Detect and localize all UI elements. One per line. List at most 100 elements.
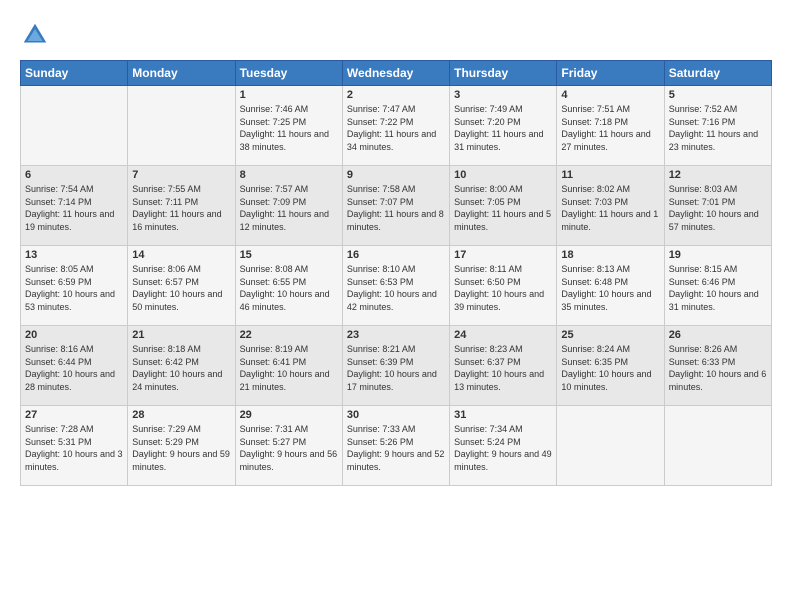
day-cell: 27 Sunrise: 7:28 AM Sunset: 5:31 PM Dayli… (21, 406, 128, 486)
day-number: 17 (454, 249, 552, 261)
day-info: Sunrise: 8:21 AM Sunset: 6:39 PM Dayligh… (347, 343, 445, 393)
week-row-3: 13 Sunrise: 8:05 AM Sunset: 6:59 PM Dayli… (21, 246, 772, 326)
day-info: Sunrise: 7:49 AM Sunset: 7:20 PM Dayligh… (454, 103, 552, 153)
day-info: Sunrise: 7:28 AM Sunset: 5:31 PM Dayligh… (25, 423, 123, 473)
day-number: 24 (454, 329, 552, 341)
day-info: Sunrise: 7:31 AM Sunset: 5:27 PM Dayligh… (240, 423, 338, 473)
day-info: Sunrise: 7:46 AM Sunset: 7:25 PM Dayligh… (240, 103, 338, 153)
day-info: Sunrise: 7:33 AM Sunset: 5:26 PM Dayligh… (347, 423, 445, 473)
day-number: 21 (132, 329, 230, 341)
day-info: Sunrise: 8:03 AM Sunset: 7:01 PM Dayligh… (669, 183, 767, 233)
day-info: Sunrise: 8:19 AM Sunset: 6:41 PM Dayligh… (240, 343, 338, 393)
day-number: 2 (347, 89, 445, 101)
logo (20, 20, 54, 50)
day-info: Sunrise: 8:02 AM Sunset: 7:03 PM Dayligh… (561, 183, 659, 233)
day-info: Sunrise: 7:34 AM Sunset: 5:24 PM Dayligh… (454, 423, 552, 473)
day-cell: 26 Sunrise: 8:26 AM Sunset: 6:33 PM Dayli… (664, 326, 771, 406)
day-number: 16 (347, 249, 445, 261)
day-number: 8 (240, 169, 338, 181)
day-info: Sunrise: 7:57 AM Sunset: 7:09 PM Dayligh… (240, 183, 338, 233)
day-cell: 9 Sunrise: 7:58 AM Sunset: 7:07 PM Daylig… (342, 166, 449, 246)
day-number: 23 (347, 329, 445, 341)
day-cell (21, 86, 128, 166)
week-row-2: 6Sunrise: 7:54 AM Sunset: 7:14 PM Daylig… (21, 166, 772, 246)
weekday-header-friday: Friday (557, 61, 664, 86)
day-info: Sunrise: 8:11 AM Sunset: 6:50 PM Dayligh… (454, 263, 552, 313)
day-cell: 12 Sunrise: 8:03 AM Sunset: 7:01 PM Dayli… (664, 166, 771, 246)
day-info: Sunrise: 7:29 AM Sunset: 5:29 PM Dayligh… (132, 423, 230, 473)
day-number: 18 (561, 249, 659, 261)
day-cell: 23 Sunrise: 8:21 AM Sunset: 6:39 PM Dayli… (342, 326, 449, 406)
day-cell: 19 Sunrise: 8:15 AM Sunset: 6:46 PM Dayli… (664, 246, 771, 326)
day-number: 22 (240, 329, 338, 341)
day-cell: 7 Sunrise: 7:55 AM Sunset: 7:11 PM Daylig… (128, 166, 235, 246)
day-cell: 10 Sunrise: 8:00 AM Sunset: 7:05 PM Dayli… (450, 166, 557, 246)
weekday-header-monday: Monday (128, 61, 235, 86)
day-info: Sunrise: 8:13 AM Sunset: 6:48 PM Dayligh… (561, 263, 659, 313)
day-cell: 28 Sunrise: 7:29 AM Sunset: 5:29 PM Dayli… (128, 406, 235, 486)
day-info: Sunrise: 8:10 AM Sunset: 6:53 PM Dayligh… (347, 263, 445, 313)
day-number: 26 (669, 329, 767, 341)
day-number: 15 (240, 249, 338, 261)
day-cell: 14 Sunrise: 8:06 AM Sunset: 6:57 PM Dayli… (128, 246, 235, 326)
day-number: 7 (132, 169, 230, 181)
day-number: 11 (561, 169, 659, 181)
day-cell: 13 Sunrise: 8:05 AM Sunset: 6:59 PM Dayli… (21, 246, 128, 326)
day-number: 9 (347, 169, 445, 181)
day-info: Sunrise: 8:26 AM Sunset: 6:33 PM Dayligh… (669, 343, 767, 393)
day-cell: 3 Sunrise: 7:49 AM Sunset: 7:20 PM Daylig… (450, 86, 557, 166)
day-cell: 20Sunrise: 8:16 AM Sunset: 6:44 PM Dayli… (21, 326, 128, 406)
day-cell: 1 Sunrise: 7:46 AM Sunset: 7:25 PM Daylig… (235, 86, 342, 166)
day-cell: 5 Sunrise: 7:52 AM Sunset: 7:16 PM Daylig… (664, 86, 771, 166)
calendar-table: SundayMondayTuesdayWednesdayThursdayFrid… (20, 60, 772, 486)
day-number: 10 (454, 169, 552, 181)
day-cell (128, 86, 235, 166)
day-info: Sunrise: 7:52 AM Sunset: 7:16 PM Dayligh… (669, 103, 767, 153)
day-info: Sunrise: 8:18 AM Sunset: 6:42 PM Dayligh… (132, 343, 230, 393)
day-number: 12 (669, 169, 767, 181)
day-cell: 16 Sunrise: 8:10 AM Sunset: 6:53 PM Dayli… (342, 246, 449, 326)
day-info: Sunrise: 7:58 AM Sunset: 7:07 PM Dayligh… (347, 183, 445, 233)
page-header (20, 20, 772, 50)
day-number: 3 (454, 89, 552, 101)
week-row-4: 20Sunrise: 8:16 AM Sunset: 6:44 PM Dayli… (21, 326, 772, 406)
day-cell: 4Sunrise: 7:51 AM Sunset: 7:18 PM Daylig… (557, 86, 664, 166)
day-number: 19 (669, 249, 767, 261)
day-cell: 18 Sunrise: 8:13 AM Sunset: 6:48 PM Dayli… (557, 246, 664, 326)
day-info: Sunrise: 8:08 AM Sunset: 6:55 PM Dayligh… (240, 263, 338, 313)
day-cell: 31 Sunrise: 7:34 AM Sunset: 5:24 PM Dayli… (450, 406, 557, 486)
weekday-header-wednesday: Wednesday (342, 61, 449, 86)
day-info: Sunrise: 7:55 AM Sunset: 7:11 PM Dayligh… (132, 183, 230, 233)
day-info: Sunrise: 8:15 AM Sunset: 6:46 PM Dayligh… (669, 263, 767, 313)
day-info: Sunrise: 8:05 AM Sunset: 6:59 PM Dayligh… (25, 263, 123, 313)
day-info: Sunrise: 8:00 AM Sunset: 7:05 PM Dayligh… (454, 183, 552, 233)
day-cell: 8 Sunrise: 7:57 AM Sunset: 7:09 PM Daylig… (235, 166, 342, 246)
day-cell: 22 Sunrise: 8:19 AM Sunset: 6:41 PM Dayli… (235, 326, 342, 406)
weekday-header-row: SundayMondayTuesdayWednesdayThursdayFrid… (21, 61, 772, 86)
weekday-header-sunday: Sunday (21, 61, 128, 86)
day-cell: 24 Sunrise: 8:23 AM Sunset: 6:37 PM Dayli… (450, 326, 557, 406)
day-info: Sunrise: 8:23 AM Sunset: 6:37 PM Dayligh… (454, 343, 552, 393)
day-info: Sunrise: 7:54 AM Sunset: 7:14 PM Dayligh… (25, 183, 123, 233)
day-number: 14 (132, 249, 230, 261)
day-cell: 21 Sunrise: 8:18 AM Sunset: 6:42 PM Dayli… (128, 326, 235, 406)
day-number: 25 (561, 329, 659, 341)
weekday-header-thursday: Thursday (450, 61, 557, 86)
day-cell: 29 Sunrise: 7:31 AM Sunset: 5:27 PM Dayli… (235, 406, 342, 486)
day-cell: 15 Sunrise: 8:08 AM Sunset: 6:55 PM Dayli… (235, 246, 342, 326)
day-cell (664, 406, 771, 486)
day-number: 13 (25, 249, 123, 261)
week-row-1: 1 Sunrise: 7:46 AM Sunset: 7:25 PM Daylig… (21, 86, 772, 166)
day-number: 1 (240, 89, 338, 101)
day-cell: 25 Sunrise: 8:24 AM Sunset: 6:35 PM Dayli… (557, 326, 664, 406)
day-info: Sunrise: 8:06 AM Sunset: 6:57 PM Dayligh… (132, 263, 230, 313)
day-info: Sunrise: 7:47 AM Sunset: 7:22 PM Dayligh… (347, 103, 445, 153)
day-number: 28 (132, 409, 230, 421)
day-info: Sunrise: 8:24 AM Sunset: 6:35 PM Dayligh… (561, 343, 659, 393)
day-number: 30 (347, 409, 445, 421)
day-number: 20 (25, 329, 123, 341)
day-number: 5 (669, 89, 767, 101)
day-number: 31 (454, 409, 552, 421)
day-number: 29 (240, 409, 338, 421)
day-number: 27 (25, 409, 123, 421)
